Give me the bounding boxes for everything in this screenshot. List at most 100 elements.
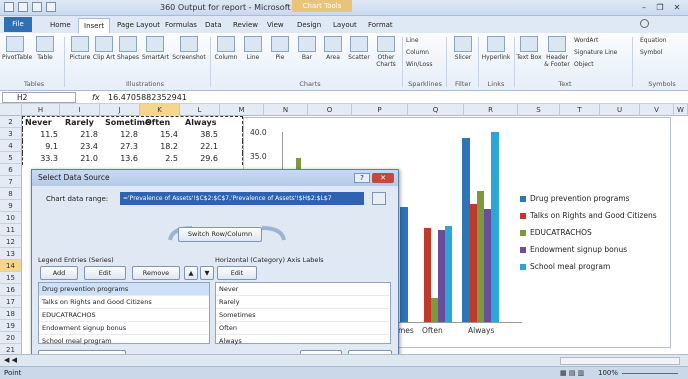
pivottable-button[interactable]: PivotTable — [2, 36, 32, 61]
redo-icon[interactable] — [46, 2, 56, 12]
dialog-close-button[interactable]: ✕ — [372, 173, 394, 183]
column-header[interactable]: P — [352, 104, 408, 116]
tab-file[interactable]: File — [4, 17, 32, 32]
tab-page-layout[interactable]: Page Layout — [112, 18, 165, 33]
list-item[interactable]: School meal program — [39, 335, 209, 348]
column-header[interactable]: U — [600, 104, 640, 116]
row-header[interactable]: 20 — [0, 332, 22, 344]
row-header[interactable]: 11 — [0, 224, 22, 236]
zoom-slider[interactable] — [622, 373, 678, 374]
header-cell[interactable]: Rarely — [61, 117, 101, 129]
minimize-button[interactable]: – — [636, 2, 652, 13]
header-cell[interactable]: Often — [141, 117, 181, 129]
column-header[interactable]: J — [100, 104, 140, 116]
horizontal-scrollbar[interactable] — [560, 357, 680, 365]
save-icon[interactable] — [18, 2, 28, 12]
select-all-corner[interactable] — [0, 104, 22, 116]
slicer-button[interactable]: Slicer — [450, 36, 476, 61]
row-header[interactable]: 14 — [0, 260, 22, 272]
data-cell[interactable]: 13.6 — [101, 153, 141, 165]
row-header[interactable]: 18 — [0, 308, 22, 320]
row-header[interactable]: 9 — [0, 200, 22, 212]
header-cell[interactable]: Always — [181, 117, 221, 129]
row-header[interactable]: 3 — [0, 128, 22, 140]
help-icon[interactable]: ? — [354, 173, 370, 183]
fx-icon[interactable]: fx — [92, 91, 100, 104]
remove-series-button[interactable]: Remove — [132, 266, 180, 280]
area-chart-button[interactable]: Area — [320, 36, 346, 61]
column-header[interactable]: R — [464, 104, 518, 116]
collapse-dialog-icon[interactable] — [372, 192, 386, 205]
column-chart-button[interactable]: Column — [213, 36, 239, 61]
data-cell[interactable]: 2.5 — [141, 153, 181, 165]
row-header[interactable]: 12 — [0, 236, 22, 248]
other-charts-button[interactable]: Other Charts — [373, 36, 399, 68]
data-cell[interactable]: 21.8 — [61, 129, 101, 141]
row-header[interactable]: 2 — [0, 116, 22, 128]
wordart-button[interactable]: WordArt — [574, 37, 598, 44]
tab-layout[interactable]: Layout — [328, 18, 362, 33]
data-cell[interactable]: 23.4 — [61, 141, 101, 153]
chart-legend[interactable]: Drug prevention programs Talks on Rights… — [520, 190, 670, 275]
shapes-button[interactable]: Shapes — [115, 36, 141, 61]
column-header[interactable]: I — [60, 104, 100, 116]
text-box-button[interactable]: Text Box — [516, 36, 542, 61]
row-header[interactable]: 13 — [0, 248, 22, 260]
list-item[interactable]: Talks on Rights and Good Citizens — [39, 296, 209, 309]
column-header[interactable]: H — [22, 104, 60, 116]
column-header[interactable]: O — [308, 104, 352, 116]
move-up-button[interactable]: ▲ — [184, 266, 198, 280]
column-header[interactable]: Q — [408, 104, 464, 116]
row-header[interactable]: 5 — [0, 152, 22, 164]
signature-line-button[interactable]: Signature Line — [574, 49, 617, 56]
category-list[interactable]: Never Rarely Sometimes Often Always — [215, 282, 391, 348]
list-item[interactable]: Rarely — [216, 296, 390, 309]
close-button[interactable]: ✕ — [669, 2, 685, 13]
picture-button[interactable]: Picture — [67, 36, 93, 61]
sparkline-line-button[interactable]: Line — [406, 37, 419, 44]
smartart-button[interactable]: SmartArt — [142, 36, 169, 61]
row-header[interactable]: 19 — [0, 320, 22, 332]
column-header[interactable]: N — [264, 104, 308, 116]
line-chart-button[interactable]: Line — [240, 36, 266, 61]
list-item[interactable]: Endowment signup bonus — [39, 322, 209, 335]
header-footer-button[interactable]: Header & Footer — [543, 36, 571, 68]
column-header[interactable]: W — [674, 104, 688, 116]
column-header[interactable]: T — [560, 104, 600, 116]
series-list[interactable]: Drug prevention programs Talks on Rights… — [38, 282, 210, 348]
view-buttons-icon[interactable]: ▦ ▤ ▥ — [560, 369, 584, 377]
data-cell[interactable]: 27.3 — [101, 141, 141, 153]
data-cell[interactable]: 21.0 — [61, 153, 101, 165]
row-header[interactable]: 10 — [0, 212, 22, 224]
data-cell[interactable]: 18.2 — [141, 141, 181, 153]
tab-formulas[interactable]: Formulas — [160, 18, 202, 33]
data-cell[interactable]: 38.5 — [181, 129, 221, 141]
row-header[interactable]: 8 — [0, 188, 22, 200]
header-cell[interactable]: Never — [23, 117, 61, 129]
edit-series-button[interactable]: Edit — [84, 266, 126, 280]
undo-icon[interactable] — [32, 2, 42, 12]
pie-chart-button[interactable]: Pie — [267, 36, 293, 61]
tab-review[interactable]: Review — [228, 18, 263, 33]
restore-button[interactable]: ❐ — [652, 2, 668, 13]
row-header[interactable]: 4 — [0, 140, 22, 152]
row-header[interactable]: 7 — [0, 176, 22, 188]
list-item[interactable]: EDUCATRACHOS — [39, 309, 209, 322]
column-header[interactable]: M — [220, 104, 264, 116]
column-header[interactable]: L — [180, 104, 220, 116]
data-cell[interactable]: 11.5 — [23, 129, 61, 141]
screenshot-button[interactable]: Screenshot — [172, 36, 206, 61]
data-cell[interactable]: 12.8 — [101, 129, 141, 141]
list-item[interactable]: Always — [216, 335, 390, 348]
row-header[interactable]: 15 — [0, 272, 22, 284]
data-cell[interactable]: 33.3 — [23, 153, 61, 165]
hyperlink-button[interactable]: Hyperlink — [481, 36, 511, 61]
name-box[interactable]: H2 — [2, 92, 76, 103]
list-item[interactable]: Sometimes — [216, 309, 390, 322]
sparkline-winloss-button[interactable]: Win/Loss — [406, 61, 432, 68]
switch-row-column-button[interactable]: Switch Row/Column — [178, 227, 262, 242]
data-cell[interactable]: 29.6 — [181, 153, 221, 165]
table-button[interactable]: Table — [32, 36, 58, 61]
add-series-button[interactable]: Add — [40, 266, 78, 280]
object-button[interactable]: Object — [574, 61, 594, 68]
